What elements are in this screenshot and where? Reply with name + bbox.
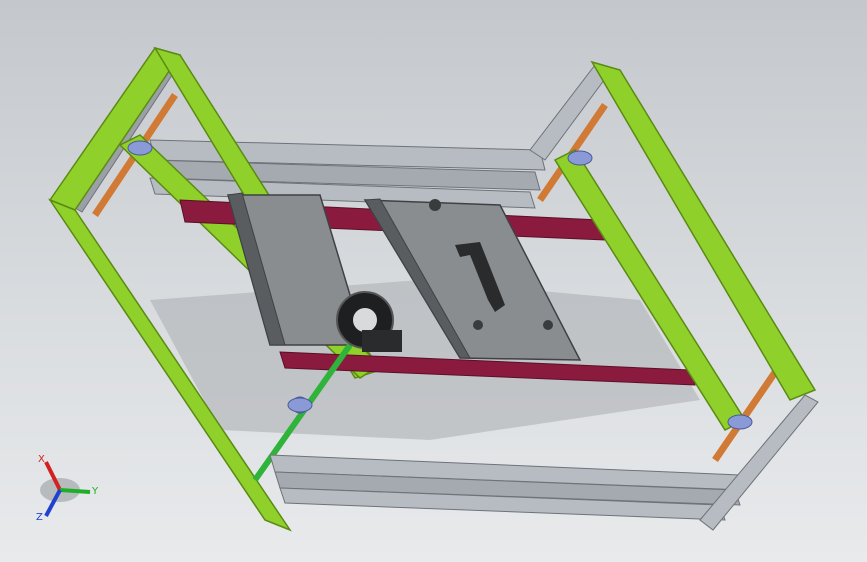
back-rails [149,139,546,209]
y-axis-icon [59,488,91,494]
cad-viewport[interactable]: X Y Z [0,0,867,562]
triad-icon [40,461,91,517]
flange-icon [567,150,593,166]
assembly-model[interactable] [0,0,867,562]
front-rails [269,454,746,521]
gear-hub [353,308,377,332]
gearbox [362,330,402,352]
flange-icon [127,140,153,156]
bolt-icon [429,199,441,211]
bolt-icon [473,320,483,330]
bolt-icon [543,320,553,330]
orientation-triad[interactable]: X Y Z [18,448,118,548]
flange-icon [287,397,313,413]
y-axis-label: Y [92,486,99,497]
z-axis-label: Z [36,512,43,523]
flange-icon [727,414,753,430]
x-axis-label: X [38,454,45,465]
